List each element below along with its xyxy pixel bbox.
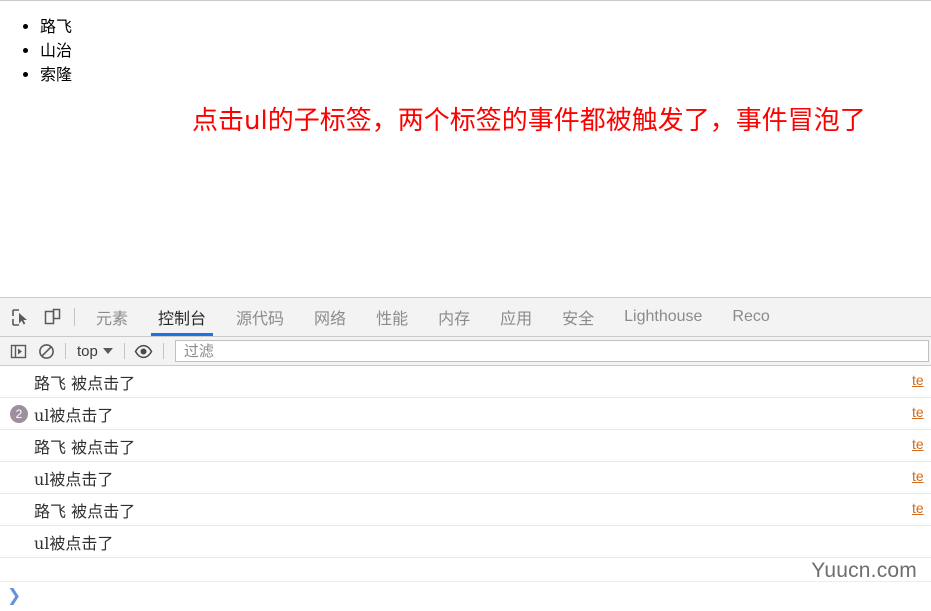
watermark: Yuucn.com — [811, 559, 917, 582]
tab-performance[interactable]: 性能 — [361, 298, 423, 336]
console-source-link[interactable]: te — [912, 468, 931, 484]
tab-elements[interactable]: 元素 — [81, 298, 143, 336]
console-sidebar-glyph — [10, 344, 26, 358]
console-message-text: ul被点击了 — [34, 469, 114, 489]
console-message-text: 路飞 被点击了 — [34, 373, 136, 393]
toolbar-separator — [65, 343, 66, 359]
console-source-link[interactable]: te — [912, 404, 931, 420]
clear-console-glyph — [38, 343, 54, 359]
toolbar-separator — [162, 343, 164, 359]
console-sidebar-icon[interactable] — [4, 339, 32, 363]
filter-input[interactable]: 过滤 — [174, 340, 929, 362]
annotation-text: 点击ul的子标签，两个标签的事件都被触发了，事件冒泡了 — [192, 106, 866, 136]
list-item[interactable]: 山治 — [40, 39, 931, 63]
tab-recorder[interactable]: Reco — [717, 298, 784, 336]
console-message-row[interactable]: ul被点击了 te — [0, 462, 931, 494]
console-message-row[interactable]: 路飞 被点击了 te — [0, 366, 931, 398]
eye-glyph — [135, 344, 153, 358]
execution-context-dropdown[interactable]: top — [71, 343, 119, 360]
tab-network[interactable]: 网络 — [299, 298, 361, 336]
console-source-link[interactable]: te — [912, 436, 931, 452]
device-toolbar-glyph — [44, 308, 60, 324]
clear-console-icon[interactable] — [32, 339, 60, 363]
repeat-count-badge: 2 — [10, 404, 28, 423]
tab-memory[interactable]: 内存 — [423, 298, 485, 336]
tab-console[interactable]: 控制台 — [143, 298, 221, 336]
tab-sources[interactable]: 源代码 — [221, 298, 299, 336]
tab-security[interactable]: 安全 — [547, 298, 609, 336]
console-message-row[interactable]: 路飞 被点击了 te — [0, 494, 931, 526]
toolbar-separator — [123, 343, 125, 359]
rendered-page-area: 路飞 山治 索隆 点击ul的子标签，两个标签的事件都被触发了，事件冒泡了 — [0, 0, 931, 297]
inspect-cursor-icon[interactable] — [4, 298, 36, 336]
console-source-link[interactable]: te — [912, 500, 931, 516]
console-source-link[interactable]: te — [912, 372, 931, 388]
devtools-tabstrip: 元素 控制台 源代码 网络 性能 内存 应用 安全 Lighthouse Rec… — [0, 298, 931, 337]
console-toolbar: top 过滤 — [0, 337, 931, 366]
console-message-row[interactable]: ul被点击了 — [0, 526, 931, 558]
console-message-row[interactable]: 路飞 被点击了 te — [0, 430, 931, 462]
console-prompt-chevron-icon: ❯ — [7, 586, 22, 606]
chevron-down-icon — [102, 348, 113, 354]
tab-lighthouse[interactable]: Lighthouse — [609, 298, 717, 336]
console-message-text: ul被点击了 — [34, 405, 114, 425]
character-list: 路飞 山治 索隆 — [0, 1, 931, 87]
list-item[interactable]: 索隆 — [40, 63, 931, 87]
tab-application[interactable]: 应用 — [485, 298, 547, 336]
console-message-list[interactable]: 路飞 被点击了 te 2 ul被点击了 te 路飞 被点击了 te ul被点击了… — [0, 366, 931, 581]
console-message-text: ul被点击了 — [34, 533, 114, 553]
devtools-panel: 元素 控制台 源代码 网络 性能 内存 应用 安全 Lighthouse Rec… — [0, 297, 931, 611]
live-expression-eye-icon[interactable] — [130, 339, 158, 363]
console-message-row[interactable]: 2 ul被点击了 te — [0, 398, 931, 430]
console-message-text: 路飞 被点击了 — [34, 437, 136, 457]
console-message-text: 路飞 被点击了 — [34, 501, 136, 521]
execution-context-label: top — [77, 342, 98, 360]
device-toolbar-icon[interactable] — [36, 298, 68, 336]
list-item[interactable]: 路飞 — [40, 15, 931, 39]
toolbar-divider — [74, 308, 75, 326]
inspect-cursor-glyph — [11, 308, 27, 326]
console-prompt-row[interactable]: ❯ — [0, 581, 931, 611]
